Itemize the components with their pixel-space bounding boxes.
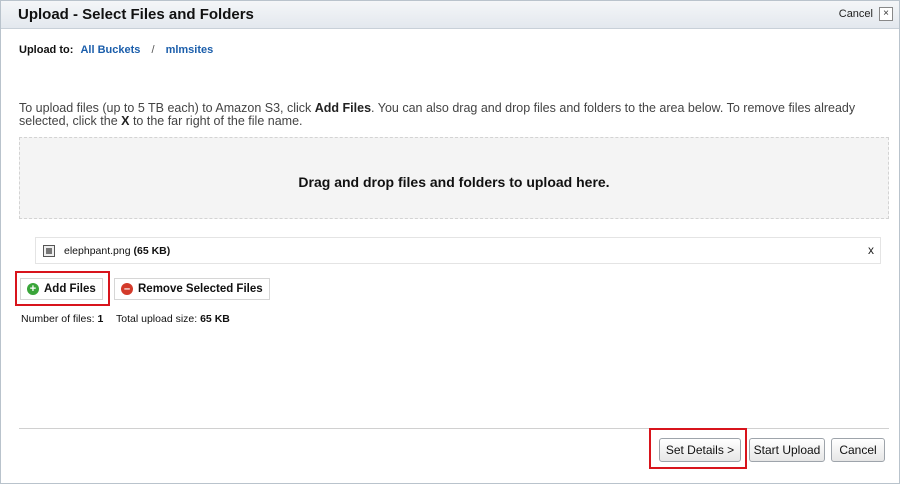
- file-row[interactable]: elephpant.png (65 KB) x: [35, 237, 881, 264]
- instructions-part: To upload files (up to 5 TB each) to Ama…: [19, 101, 315, 115]
- upload-summary: Number of files: 1 Total upload size: 65…: [21, 313, 240, 325]
- dialog-titlebar: Upload - Select Files and Folders Cancel…: [1, 1, 899, 29]
- breadcrumb-all-buckets[interactable]: All Buckets: [80, 44, 140, 56]
- instructions-text: To upload files (up to 5 TB each) to Ama…: [19, 102, 889, 128]
- file-name: elephpant.png (65 KB): [64, 245, 170, 257]
- highlight-set-details: [649, 428, 747, 469]
- file-count-value: 1: [97, 313, 104, 325]
- file-name-text: elephpant.png: [64, 245, 131, 257]
- close-icon[interactable]: ×: [879, 7, 893, 21]
- breadcrumb-separator: /: [151, 44, 155, 56]
- instructions-part: to the far right of the file name.: [129, 114, 303, 128]
- cancel-button[interactable]: Cancel: [831, 438, 885, 462]
- drop-zone-text: Drag and drop files and folders to uploa…: [298, 174, 610, 190]
- upload-size-label: Total upload size:: [116, 313, 198, 325]
- breadcrumb: Upload to: All Buckets / mlmsites: [19, 44, 213, 56]
- footer-divider: [19, 428, 889, 429]
- upload-size-value: 65 KB: [200, 313, 230, 325]
- drop-zone[interactable]: Drag and drop files and folders to uploa…: [19, 137, 889, 219]
- file-size: (65 KB): [133, 245, 171, 257]
- highlight-add-files: [15, 271, 110, 306]
- instructions-add-files: Add Files: [314, 101, 372, 115]
- remove-selected-label: Remove Selected Files: [138, 283, 263, 295]
- dialog-title: Upload - Select Files and Folders: [18, 6, 254, 23]
- remove-icon: –: [121, 283, 133, 295]
- file-count-label: Number of files:: [21, 313, 95, 325]
- title-cancel-link[interactable]: Cancel: [839, 8, 873, 20]
- image-file-icon: [43, 245, 55, 257]
- start-upload-button[interactable]: Start Upload: [749, 438, 825, 462]
- upload-to-label: Upload to:: [19, 44, 74, 56]
- remove-selected-files-button[interactable]: – Remove Selected Files: [114, 278, 270, 300]
- breadcrumb-bucket[interactable]: mlmsites: [166, 44, 214, 56]
- upload-dialog: Upload - Select Files and Folders Cancel…: [0, 0, 900, 484]
- remove-file-button[interactable]: x: [868, 243, 874, 257]
